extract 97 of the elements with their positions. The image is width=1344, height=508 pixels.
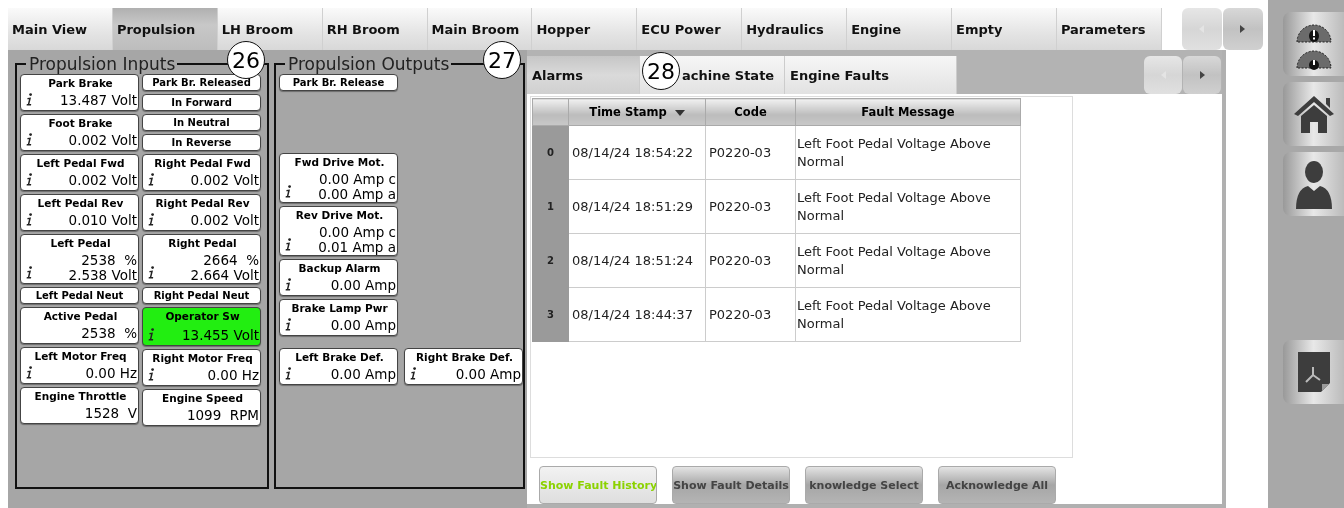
readout-label: Right Pedal Rev	[155, 196, 250, 210]
readout-value: 2.664 Volt	[190, 268, 259, 283]
readout-value: 0.00 Amp	[330, 318, 396, 335]
column-header	[532, 98, 569, 126]
table-cell: P0220-03	[705, 179, 796, 234]
readout-label: Backup Alarm	[298, 261, 381, 275]
callout-number: 27	[483, 41, 521, 79]
tab[interactable]: ECU Power	[637, 8, 743, 50]
readout-value: 2664 %	[203, 253, 259, 268]
readout-value: 0.002 Volt	[190, 173, 259, 190]
alerts-button[interactable]	[1283, 12, 1344, 76]
status-indicator: Right Pedal Neut	[142, 287, 261, 304]
action-button[interactable]: Show Fault Details	[672, 466, 790, 504]
tab[interactable]: Alarms	[527, 56, 640, 94]
status-indicator: In Neutral	[142, 114, 261, 131]
readout-label: Engine Throttle	[34, 389, 127, 403]
status-indicator: In Forward	[142, 94, 261, 111]
readout-value: 0.00 Hz	[207, 368, 259, 385]
readout-value: 0.01 Amp a	[318, 240, 396, 255]
tab[interactable]: LH Broom	[217, 8, 323, 50]
right-arrow-icon	[1197, 69, 1207, 81]
column-header[interactable]: Time Stamp	[568, 98, 706, 126]
table-cell: P0220-03	[705, 233, 796, 288]
status-indicator: Park Br. Release	[279, 74, 398, 91]
readout-label: Left Motor Freq	[34, 349, 127, 363]
readout-value: 13.487 Volt	[59, 93, 137, 110]
readout-value: 0.00 Amp c	[318, 172, 396, 187]
readout-label: Left Brake Def.	[295, 350, 384, 364]
readout-value: 2.538 Volt	[68, 268, 137, 283]
table-cell: 08/14/24 18:51:29	[568, 179, 706, 234]
readout-label: Left Pedal Rev	[37, 196, 124, 210]
readout-value: 0.00 Amp	[330, 367, 396, 384]
status-indicator: In Reverse	[142, 134, 261, 151]
tab[interactable]: Propulsion	[112, 8, 218, 50]
user-button[interactable]	[1283, 152, 1344, 216]
readout-label: Operator Sw	[165, 309, 240, 323]
tab[interactable]: RH Broom	[322, 8, 428, 50]
readout-value: 0.00 Amp	[330, 278, 396, 295]
readout-value: 0.002 Volt	[68, 133, 137, 150]
row-index: 1	[532, 179, 569, 234]
readout-label: Park Brake	[48, 76, 113, 90]
status-indicator: Left Pedal Neut	[20, 287, 139, 304]
readout-value: 0.00 Amp a	[318, 187, 396, 202]
group-title: Propulsion Outputs	[287, 54, 451, 74]
status-indicator: Park Br. Released	[142, 74, 261, 91]
readout-label: Engine Speed	[162, 391, 243, 405]
readout-value: 0.010 Volt	[68, 213, 137, 230]
readout-label: Left Pedal	[50, 236, 111, 250]
readout-value: 1528 V	[84, 406, 137, 423]
tab[interactable]: Hopper	[532, 8, 638, 50]
column-header[interactable]: Fault Message	[795, 98, 1021, 126]
readout-label: Right Pedal Fwd	[154, 156, 251, 170]
pdf-icon	[1296, 351, 1331, 393]
row-index: 2	[532, 233, 569, 288]
action-button[interactable]: Acknowledge All	[938, 466, 1056, 504]
readout-label: Active Pedal	[43, 309, 118, 323]
table-cell: Left Foot Pedal Voltage Above Normal	[795, 125, 1021, 180]
column-header[interactable]: Code	[705, 98, 796, 126]
tab[interactable]: Hydraulics	[742, 8, 848, 50]
readout-value: 0.002 Volt	[190, 213, 259, 230]
user-icon	[1293, 159, 1334, 209]
tab[interactable]: achine State	[681, 56, 785, 94]
table-cell: Left Foot Pedal Voltage Above Normal	[795, 287, 1021, 342]
table-cell: 08/14/24 18:54:22	[568, 125, 706, 180]
row-index: 0	[532, 125, 569, 180]
table-cell: Left Foot Pedal Voltage Above Normal	[795, 179, 1021, 234]
readout-value: 1099 RPM	[186, 408, 259, 425]
group-title: Propulsion Inputs	[28, 54, 177, 74]
readout-value: 0.002 Volt	[68, 173, 137, 190]
table-cell: 08/14/24 18:51:24	[568, 233, 706, 288]
readout-value: 13.455 Volt	[181, 328, 259, 345]
readout-value: 2538 %	[81, 326, 137, 343]
tab[interactable]: Empty	[952, 8, 1057, 50]
table-cell: P0220-03	[705, 287, 796, 342]
readout-value: 0.00 Amp c	[318, 225, 396, 240]
readout-label: Right Motor Freq	[152, 351, 253, 365]
readout-label: Rev Drive Mot.	[295, 208, 384, 222]
readout-label: Fwd Drive Mot.	[294, 155, 385, 169]
readout-label: Right Pedal	[168, 236, 237, 250]
home-button[interactable]	[1283, 82, 1344, 146]
readout-value: 0.00 Amp	[455, 367, 521, 384]
readout-label: Left Pedal Fwd	[36, 156, 125, 170]
table-cell: Left Foot Pedal Voltage Above Normal	[795, 233, 1021, 288]
readout-value: 0.00 Hz	[85, 366, 137, 383]
table-cell: P0220-03	[705, 125, 796, 180]
readout-value: 2538 %	[81, 253, 137, 268]
tab[interactable]: Parameters	[1056, 8, 1162, 50]
tab[interactable]: Main View	[8, 8, 113, 50]
readout-label: Right Brake Def.	[416, 350, 513, 364]
pdf-button[interactable]	[1283, 340, 1344, 404]
tab[interactable]: Main Broom	[427, 8, 533, 50]
readout-label: Brake Lamp Pwr	[291, 301, 388, 315]
tab[interactable]: Engine	[847, 8, 952, 50]
table-cell: 08/14/24 18:44:37	[568, 287, 706, 342]
action-button[interactable]: knowledge Select	[805, 466, 923, 504]
row-index: 3	[532, 287, 569, 342]
readout-label: Foot Brake	[48, 116, 113, 130]
